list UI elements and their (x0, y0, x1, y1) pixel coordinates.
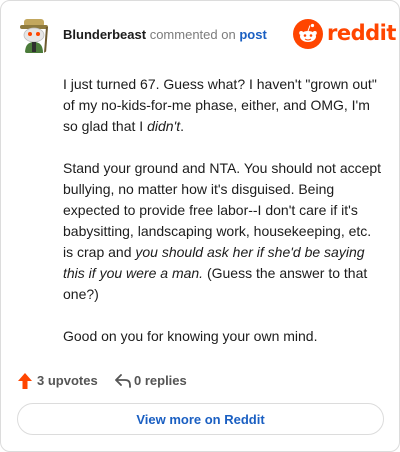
action-text: commented on (149, 27, 236, 42)
reddit-logo[interactable]: reddit (293, 19, 396, 49)
comment-paragraph: Stand your ground and NTA. You should no… (63, 158, 383, 305)
avatar-image (20, 19, 48, 54)
comment-body: I just turned 67. Guess what? I haven't … (63, 74, 383, 368)
comment-header: Blunderbeast commented on post reddit (15, 15, 396, 55)
comment-paragraph: Good on you for knowing your own mind. (63, 326, 383, 347)
comment-text: Good on you for knowing your own mind. (63, 328, 318, 344)
comment-emphasis: didn't (147, 118, 181, 134)
reply-count: 0 replies (134, 373, 187, 388)
upvote-count: 3 upvotes (37, 373, 98, 388)
reply-arrow-icon (115, 374, 131, 388)
post-link[interactable]: post (239, 27, 266, 42)
user-avatar[interactable] (15, 15, 55, 55)
comment-meta: Blunderbeast commented on post (63, 27, 267, 42)
comment-paragraph: I just turned 67. Guess what? I haven't … (63, 74, 383, 137)
upvote-arrow-icon[interactable] (17, 372, 33, 390)
reddit-snoo-icon (293, 19, 323, 49)
comment-embed-card: Blunderbeast commented on post reddit I … (0, 0, 400, 452)
comment-text: I just turned 67. Guess what? I haven't … (63, 76, 377, 134)
reddit-wordmark: reddit (327, 21, 396, 45)
comment-footer: 3 upvotes 0 replies (17, 370, 383, 392)
view-more-button[interactable]: View more on Reddit (17, 403, 384, 435)
comment-text: . (180, 118, 184, 134)
author-name[interactable]: Blunderbeast (63, 27, 146, 42)
